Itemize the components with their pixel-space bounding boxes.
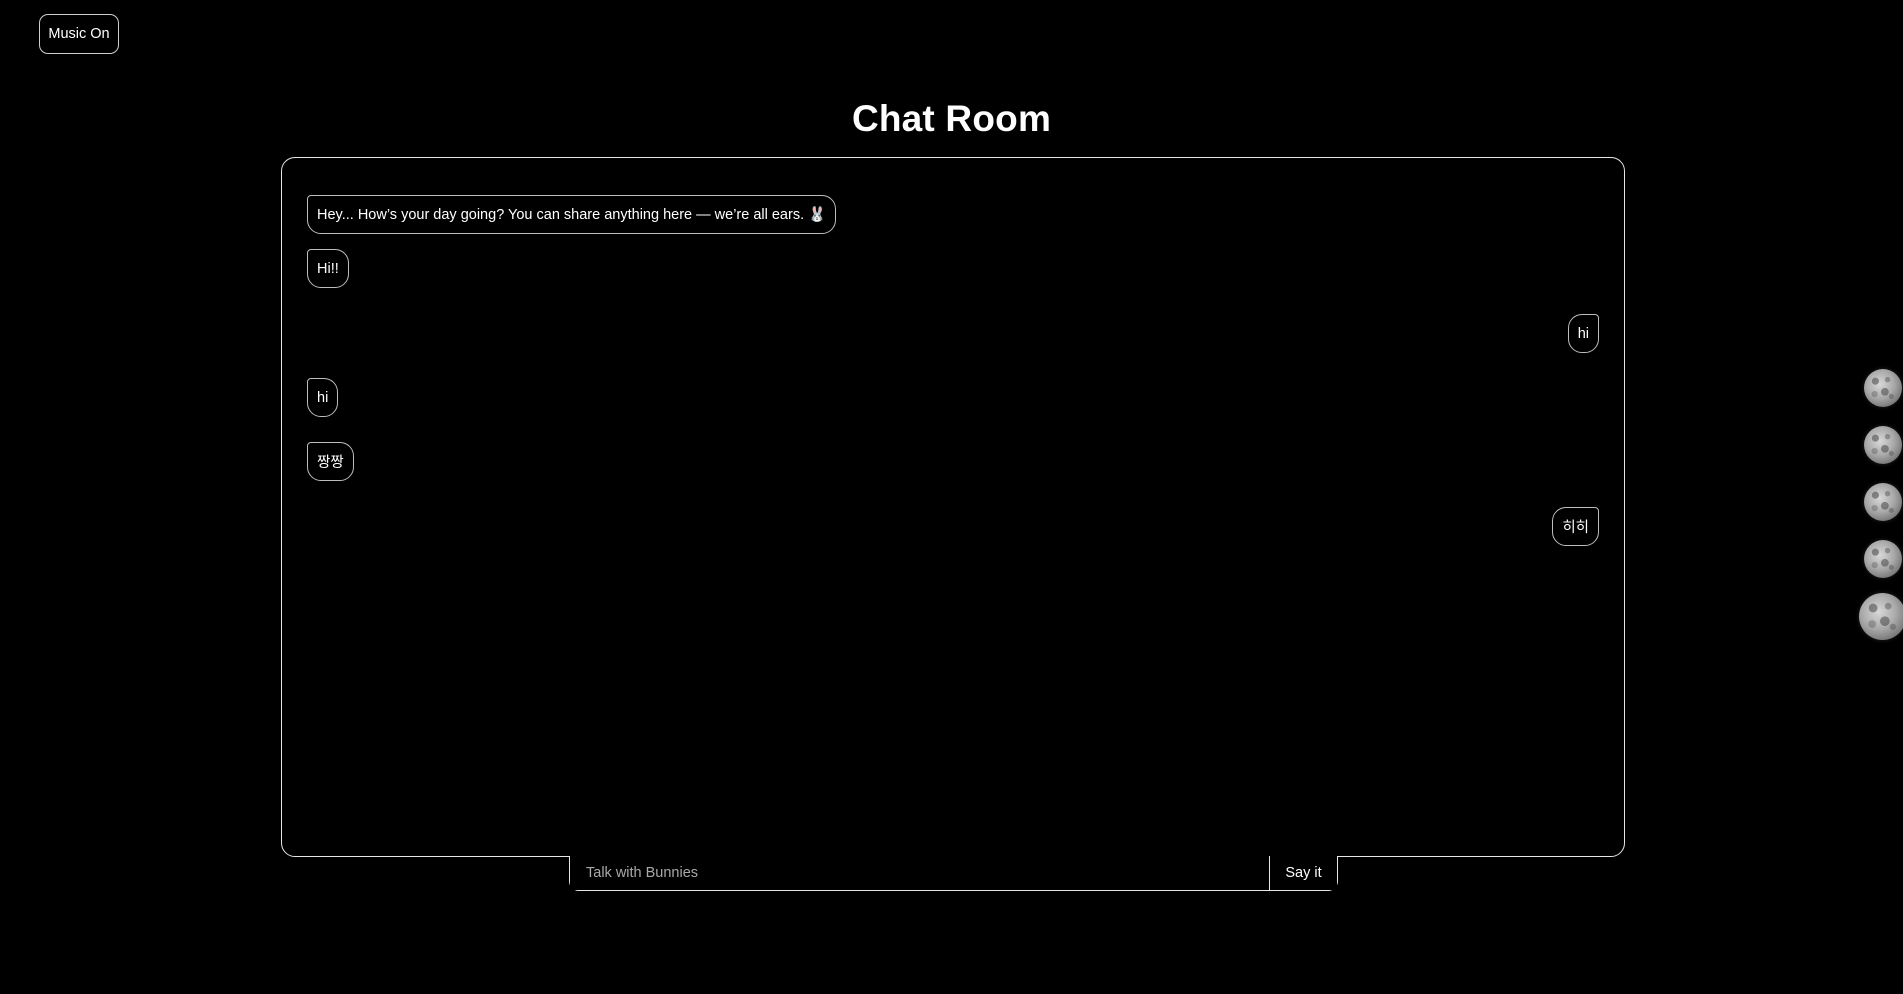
chat-messages-panel[interactable]: Hey... How’s your day going? You can sha… xyxy=(281,157,1625,857)
moon-icon[interactable] xyxy=(1864,369,1902,407)
chat-message-bot: 짱짱 xyxy=(307,442,354,481)
music-toggle-button[interactable]: Music On xyxy=(39,14,119,54)
moon-icon[interactable] xyxy=(1864,540,1902,578)
chat-message-user: 히히 xyxy=(1552,507,1599,546)
page-title: Chat Room xyxy=(851,98,1052,139)
moon-nav xyxy=(1813,0,1903,994)
chat-message-bot: hi xyxy=(307,378,339,417)
moon-icon[interactable] xyxy=(1864,426,1902,464)
page: Music On Chat Room Hey... How’s your day… xyxy=(0,0,1903,994)
chat-message-input[interactable] xyxy=(570,856,1269,890)
chat-message-bot: Hey... How’s your day going? You can sha… xyxy=(307,195,837,234)
send-message-button[interactable]: Say it xyxy=(1269,856,1337,890)
moon-icon[interactable] xyxy=(1864,483,1902,521)
moon-icon[interactable] xyxy=(1859,593,1903,640)
chat-message-user: hi xyxy=(1567,314,1599,353)
chat-composer: Say it xyxy=(569,856,1338,891)
chat-message-bot: Hi!! xyxy=(307,249,349,288)
